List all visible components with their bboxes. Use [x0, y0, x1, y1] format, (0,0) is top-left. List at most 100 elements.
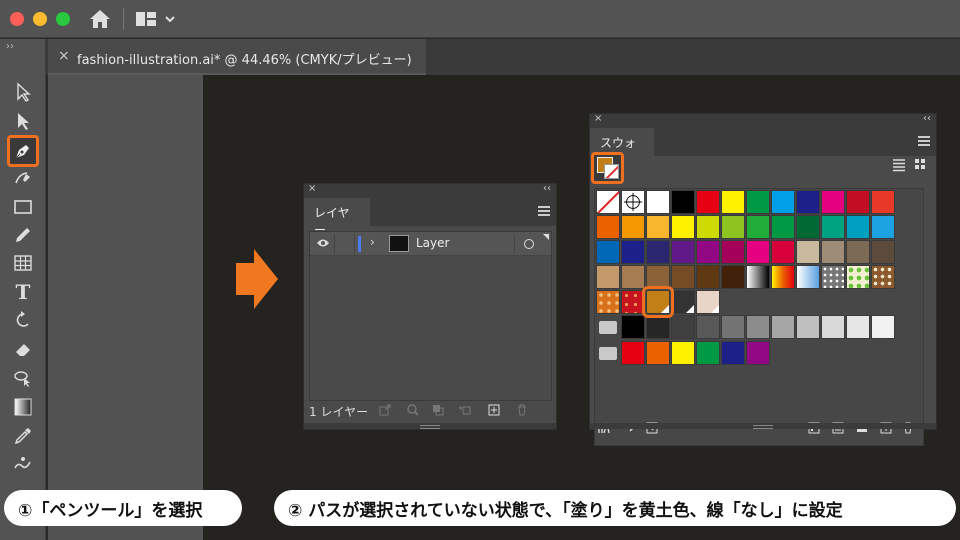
- thumbnail-view-icon[interactable]: [914, 158, 928, 172]
- swatch[interactable]: [621, 240, 645, 264]
- rotate-tool[interactable]: [9, 307, 37, 333]
- swatch[interactable]: [846, 240, 870, 264]
- swatch[interactable]: [821, 215, 845, 239]
- swatch[interactable]: [696, 215, 720, 239]
- swatch[interactable]: [846, 215, 870, 239]
- clipping-mask-icon[interactable]: [432, 404, 444, 416]
- swatch-group-item[interactable]: [696, 341, 720, 365]
- swatch[interactable]: [746, 265, 770, 289]
- swatch-registration[interactable]: [621, 190, 645, 214]
- swatch[interactable]: [871, 190, 895, 214]
- artboard-area[interactable]: [48, 75, 203, 540]
- workspace-switcher-icon[interactable]: [134, 9, 178, 29]
- type-tool[interactable]: T: [9, 279, 37, 305]
- swatch[interactable]: [721, 190, 745, 214]
- rectangle-tool[interactable]: [9, 194, 37, 220]
- locate-object-icon[interactable]: [407, 404, 419, 416]
- swatch-group-item[interactable]: [646, 341, 670, 365]
- swatch[interactable]: [621, 290, 645, 314]
- close-panel-icon[interactable]: ×: [594, 113, 602, 124]
- swatch-group-item[interactable]: [821, 315, 845, 339]
- home-icon[interactable]: [88, 8, 112, 30]
- swatch[interactable]: [596, 290, 620, 314]
- target-circle-icon[interactable]: [524, 239, 534, 249]
- new-layer-icon[interactable]: [488, 404, 500, 416]
- export-icon[interactable]: [379, 404, 391, 416]
- swatch[interactable]: [771, 240, 795, 264]
- swatch[interactable]: [596, 240, 620, 264]
- swatch-group-item[interactable]: [671, 341, 695, 365]
- panel-menu-icon[interactable]: [538, 206, 550, 216]
- swatch[interactable]: [721, 240, 745, 264]
- swatch[interactable]: [671, 215, 695, 239]
- swatch[interactable]: [671, 290, 695, 314]
- layer-name[interactable]: Layer: [416, 236, 449, 250]
- swatch[interactable]: [621, 265, 645, 289]
- puppet-warp-tool[interactable]: [9, 451, 37, 477]
- swatch[interactable]: [721, 265, 745, 289]
- swatch[interactable]: [596, 265, 620, 289]
- collapse-panel-icon[interactable]: ‹‹: [923, 113, 931, 124]
- swatch[interactable]: [696, 190, 720, 214]
- panel-resize-handle[interactable]: [304, 423, 556, 429]
- close-panel-icon[interactable]: ×: [308, 183, 316, 194]
- window-close-button[interactable]: [10, 12, 24, 26]
- pen-tool[interactable]: [7, 135, 39, 167]
- swatch[interactable]: [871, 265, 895, 289]
- swatch[interactable]: [871, 215, 895, 239]
- swatch[interactable]: [821, 240, 845, 264]
- swatch-group-item[interactable]: [621, 341, 645, 365]
- swatch[interactable]: [746, 215, 770, 239]
- collapse-toolbar-icon[interactable]: ››: [6, 41, 14, 52]
- swatch[interactable]: [771, 215, 795, 239]
- folder-icon[interactable]: [599, 347, 617, 360]
- collapse-panel-icon[interactable]: ‹‹: [543, 183, 551, 194]
- swatch-group-item[interactable]: [621, 315, 645, 339]
- swatch[interactable]: [771, 190, 795, 214]
- swatch[interactable]: [796, 240, 820, 264]
- swatch[interactable]: [671, 265, 695, 289]
- swatch[interactable]: [746, 240, 770, 264]
- swatch-group-item[interactable]: [646, 315, 670, 339]
- document-tab[interactable]: × fashion-illustration.ai* @ 44.46% (CMY…: [48, 39, 426, 75]
- swatch-none[interactable]: [596, 190, 620, 214]
- swatch[interactable]: [671, 240, 695, 264]
- swatch[interactable]: [696, 265, 720, 289]
- swatch[interactable]: [646, 240, 670, 264]
- swatch-group-item[interactable]: [871, 315, 895, 339]
- swatch-group-item[interactable]: [771, 315, 795, 339]
- swatch[interactable]: [746, 190, 770, 214]
- swatch[interactable]: [846, 265, 870, 289]
- folder-icon[interactable]: [599, 321, 617, 334]
- curvature-tool[interactable]: [9, 165, 37, 191]
- swatch-group-item[interactable]: [746, 341, 770, 365]
- swatch[interactable]: [646, 215, 670, 239]
- swatch-group-item[interactable]: [846, 315, 870, 339]
- window-minimize-button[interactable]: [33, 12, 47, 26]
- layer-row[interactable]: › Layer: [310, 232, 551, 256]
- eraser-tool[interactable]: [9, 336, 37, 362]
- panel-resize-handle[interactable]: [590, 423, 936, 429]
- pencil-tool[interactable]: [9, 222, 37, 248]
- swatch[interactable]: [796, 265, 820, 289]
- swatch-group-item[interactable]: [721, 315, 745, 339]
- fill-stroke-indicator[interactable]: [591, 152, 624, 184]
- list-view-icon[interactable]: [892, 158, 906, 172]
- trash-icon[interactable]: [516, 404, 528, 416]
- stroke-none-swatch[interactable]: [604, 164, 619, 179]
- swatch[interactable]: [821, 265, 845, 289]
- swatch[interactable]: [846, 190, 870, 214]
- gradient-tool[interactable]: [9, 394, 37, 420]
- swatch[interactable]: [696, 290, 720, 314]
- swatch[interactable]: [871, 240, 895, 264]
- swatch[interactable]: [671, 190, 695, 214]
- swatch-group-item[interactable]: [796, 315, 820, 339]
- swatch[interactable]: [821, 190, 845, 214]
- swatch-group-item[interactable]: [671, 315, 695, 339]
- window-zoom-button[interactable]: [56, 12, 70, 26]
- swatch[interactable]: [621, 215, 645, 239]
- swatch[interactable]: [596, 215, 620, 239]
- swatch[interactable]: [646, 190, 670, 214]
- swatch[interactable]: [796, 215, 820, 239]
- swatch-group-item[interactable]: [721, 341, 745, 365]
